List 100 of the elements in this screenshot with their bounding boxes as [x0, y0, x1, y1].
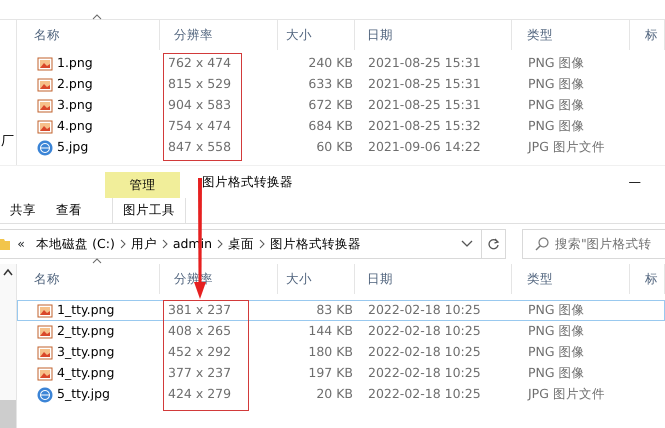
- column-header[interactable]: 标: [630, 20, 665, 50]
- minimize-button[interactable]: —: [624, 172, 645, 192]
- breadcrumb-item[interactable]: 本地磁盘 (C:): [32, 234, 119, 254]
- type-cell: PNG 图像: [528, 76, 585, 92]
- search-icon: [535, 237, 549, 251]
- resolution-cell: 452 x 292: [168, 344, 232, 360]
- file-name: 5_tty.jpg: [57, 385, 110, 404]
- scrollbar-thumb[interactable]: [0, 400, 16, 428]
- column-header[interactable]: 标: [630, 264, 665, 294]
- file-name: 4.png: [57, 117, 93, 136]
- column-header[interactable]: 分辨率: [160, 20, 278, 50]
- size-cell: 144 KB: [308, 323, 353, 338]
- date-cell: 2022-02-18 10:25: [368, 365, 481, 380]
- date-cell: 2021-08-25 15:31: [368, 76, 481, 92]
- file-name: 5.jpg: [57, 138, 88, 156]
- file-name: 3.png: [57, 96, 93, 114]
- size-cell: 83 KB: [316, 302, 353, 318]
- file-row[interactable]: 3_tty.png 452 x 292 180 KB 2022-02-18 10:25 PNG 图像: [17, 342, 665, 363]
- photo-file-icon: [37, 140, 53, 156]
- column-header[interactable]: 大小: [278, 264, 355, 294]
- column-header[interactable]: 日期: [355, 264, 512, 294]
- file-row[interactable]: 5_tty.jpg 424 x 279 20 KB 2022-02-18 10:25 JPG 图片文件: [17, 384, 665, 405]
- context-tab[interactable]: 管理: [105, 172, 180, 198]
- back-button[interactable]: «: [10, 234, 32, 254]
- column-header[interactable]: 类型: [512, 20, 630, 50]
- type-cell: PNG 图像: [528, 365, 585, 380]
- breadcrumb-item[interactable]: 用户: [126, 234, 161, 254]
- date-cell: 2021-08-25 15:32: [368, 118, 481, 134]
- chevron-icon: [216, 239, 224, 249]
- file-name: 2_tty.png: [57, 322, 114, 340]
- refresh-icon: [487, 238, 500, 250]
- type-cell: PNG 图像: [528, 55, 585, 70]
- type-cell: JPG 图片文件: [528, 386, 605, 402]
- image-file-icon: [37, 304, 53, 318]
- date-cell: 2022-02-18 10:25: [368, 302, 481, 318]
- size-cell: 684 KB: [308, 118, 353, 134]
- size-cell: 633 KB: [308, 76, 353, 92]
- file-row[interactable]: 4_tty.png 377 x 237 197 KB 2022-02-18 10:25 PNG 图像: [17, 363, 665, 384]
- breadcrumb-item[interactable]: 图片格式转换器: [266, 234, 365, 254]
- chevron-icon: [118, 239, 127, 249]
- breadcrumb-item[interactable]: 桌面: [224, 234, 258, 254]
- column-header[interactable]: 大小: [278, 20, 355, 50]
- size-cell: 197 KB: [308, 365, 353, 380]
- resolution-cell: 408 x 265: [168, 323, 232, 338]
- file-name: 1.png: [57, 54, 93, 72]
- file-name: 2.png: [57, 75, 93, 94]
- refresh-button[interactable]: [482, 229, 506, 259]
- file-name: 1_tty.png: [57, 301, 114, 320]
- chevron-icon: [160, 239, 169, 249]
- resolution-cell: 904 x 583: [168, 97, 232, 112]
- type-cell: JPG 图片文件: [528, 139, 605, 154]
- type-cell: PNG 图像: [528, 344, 585, 360]
- dropdown-caret-icon[interactable]: [461, 240, 474, 248]
- image-file-icon: [37, 324, 53, 338]
- type-cell: PNG 图像: [528, 323, 585, 338]
- date-cell: 2021-08-25 15:31: [368, 97, 481, 112]
- ribbon-tab[interactable]: 查看: [46, 198, 92, 223]
- window-title: 图片格式转换器: [202, 172, 293, 191]
- size-cell: 240 KB: [308, 55, 353, 70]
- size-cell: 20 KB: [316, 386, 353, 402]
- photo-file-icon: [37, 386, 53, 402]
- resolution-cell: 424 x 279: [168, 386, 232, 402]
- date-cell: 2022-02-18 10:25: [368, 344, 481, 360]
- resolution-cell: 815 x 529: [168, 76, 232, 92]
- image-file-icon: [37, 346, 53, 360]
- type-cell: PNG 图像: [528, 118, 585, 134]
- resolution-cell: 381 x 237: [168, 302, 232, 318]
- search-box[interactable]: 搜索"图片格式转: [522, 229, 665, 259]
- file-row[interactable]: 1_tty.png 381 x 237 83 KB 2022-02-18 10:25 PNG 图像: [17, 300, 665, 321]
- type-cell: PNG 图像: [528, 302, 585, 318]
- size-cell: 60 KB: [316, 139, 353, 154]
- date-cell: 2022-02-18 10:25: [368, 323, 481, 338]
- date-cell: 2022-02-18 10:25: [368, 386, 481, 402]
- ribbon-tab[interactable]: 共享: [0, 198, 46, 223]
- file-name: 3_tty.png: [57, 343, 114, 362]
- size-cell: 672 KB: [308, 97, 353, 112]
- sidebar-label[interactable]: 厂: [0, 132, 16, 165]
- date-cell: 2021-08-25 15:31: [368, 55, 481, 70]
- sort-caret-icon: [92, 258, 102, 264]
- chevron-icon: [258, 239, 266, 249]
- folder-icon: [0, 237, 10, 251]
- sort-caret-icon: [92, 14, 102, 20]
- date-cell: 2021-09-06 14:22: [368, 139, 481, 154]
- column-header[interactable]: 日期: [355, 20, 512, 50]
- column-header[interactable]: 类型: [512, 264, 630, 294]
- image-file-icon: [37, 120, 53, 134]
- type-cell: PNG 图像: [528, 97, 585, 112]
- file-name: 4_tty.png: [57, 364, 114, 382]
- image-file-icon: [37, 366, 53, 380]
- column-header[interactable]: 名称: [17, 20, 160, 50]
- image-file-icon: [37, 56, 53, 70]
- file-row[interactable]: 2_tty.png 408 x 265 144 KB 2022-02-18 10:25 PNG 图像: [17, 321, 665, 342]
- resolution-cell: 847 x 558: [168, 139, 232, 154]
- image-file-icon: [37, 98, 53, 112]
- ribbon-tab[interactable]: 图片工具: [112, 198, 186, 223]
- image-file-icon: [37, 78, 53, 92]
- size-cell: 180 KB: [308, 344, 353, 360]
- column-header[interactable]: 名称: [17, 264, 160, 294]
- resolution-cell: 762 x 474: [168, 55, 232, 70]
- resolution-cell: 754 x 474: [168, 118, 232, 134]
